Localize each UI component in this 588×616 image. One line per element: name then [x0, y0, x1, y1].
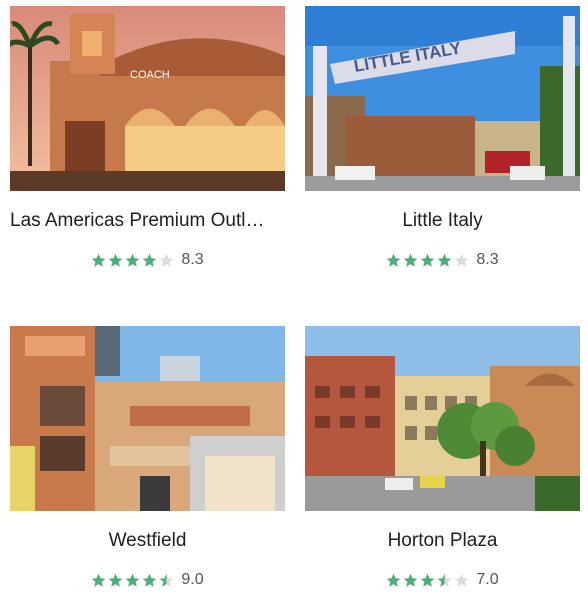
- places-grid: COACH Las Americas Premium Outl… 8.3 LIT…: [0, 0, 588, 600]
- place-photo[interactable]: COACH: [10, 6, 285, 191]
- star-filled-icon: [421, 573, 435, 587]
- place-photo[interactable]: [10, 326, 285, 511]
- star-filled-icon: [143, 573, 157, 587]
- star-rating: [91, 253, 176, 268]
- rating: 8.3: [305, 251, 580, 269]
- place-name[interactable]: Westfield: [10, 530, 285, 552]
- star-filled-icon: [438, 253, 452, 267]
- star-filled-icon: [126, 253, 140, 267]
- star-empty-icon: [455, 253, 469, 267]
- star-rating: [386, 253, 471, 268]
- star-empty-icon: [455, 573, 469, 587]
- star-filled-icon: [92, 253, 106, 267]
- star-filled-icon: [109, 573, 123, 587]
- place-photo[interactable]: LITTLE ITALY: [305, 6, 580, 191]
- place-name[interactable]: Las Americas Premium Outl…: [10, 210, 285, 232]
- photo-signage: COACH: [130, 69, 170, 81]
- place-card[interactable]: Westfield 9.0: [10, 326, 290, 616]
- place-card[interactable]: Horton Plaza 7.0: [305, 326, 585, 616]
- star-filled-icon: [421, 253, 435, 267]
- star-filled-icon: [143, 253, 157, 267]
- place-photo[interactable]: [305, 326, 580, 511]
- star-half-icon: [160, 573, 174, 587]
- place-name[interactable]: Horton Plaza: [305, 530, 580, 552]
- star-filled-icon: [92, 573, 106, 587]
- star-empty-icon: [160, 253, 174, 267]
- star-rating: [91, 573, 176, 588]
- rating: 8.3: [10, 251, 285, 269]
- rating: 7.0: [305, 571, 580, 589]
- star-half-icon: [438, 573, 452, 587]
- rating-score: 8.3: [181, 251, 204, 268]
- rating-score: 9.0: [181, 571, 204, 588]
- place-card[interactable]: LITTLE ITALY Little Italy 8.3: [305, 6, 585, 296]
- star-rating: [386, 573, 471, 588]
- star-filled-icon: [109, 253, 123, 267]
- place-name[interactable]: Little Italy: [305, 210, 580, 232]
- star-filled-icon: [404, 253, 418, 267]
- star-filled-icon: [404, 573, 418, 587]
- star-filled-icon: [387, 573, 401, 587]
- rating: 9.0: [10, 571, 285, 589]
- rating-score: 8.3: [476, 251, 499, 268]
- star-filled-icon: [126, 573, 140, 587]
- star-filled-icon: [387, 253, 401, 267]
- place-card[interactable]: COACH Las Americas Premium Outl… 8.3: [10, 6, 290, 296]
- rating-score: 7.0: [476, 571, 499, 588]
